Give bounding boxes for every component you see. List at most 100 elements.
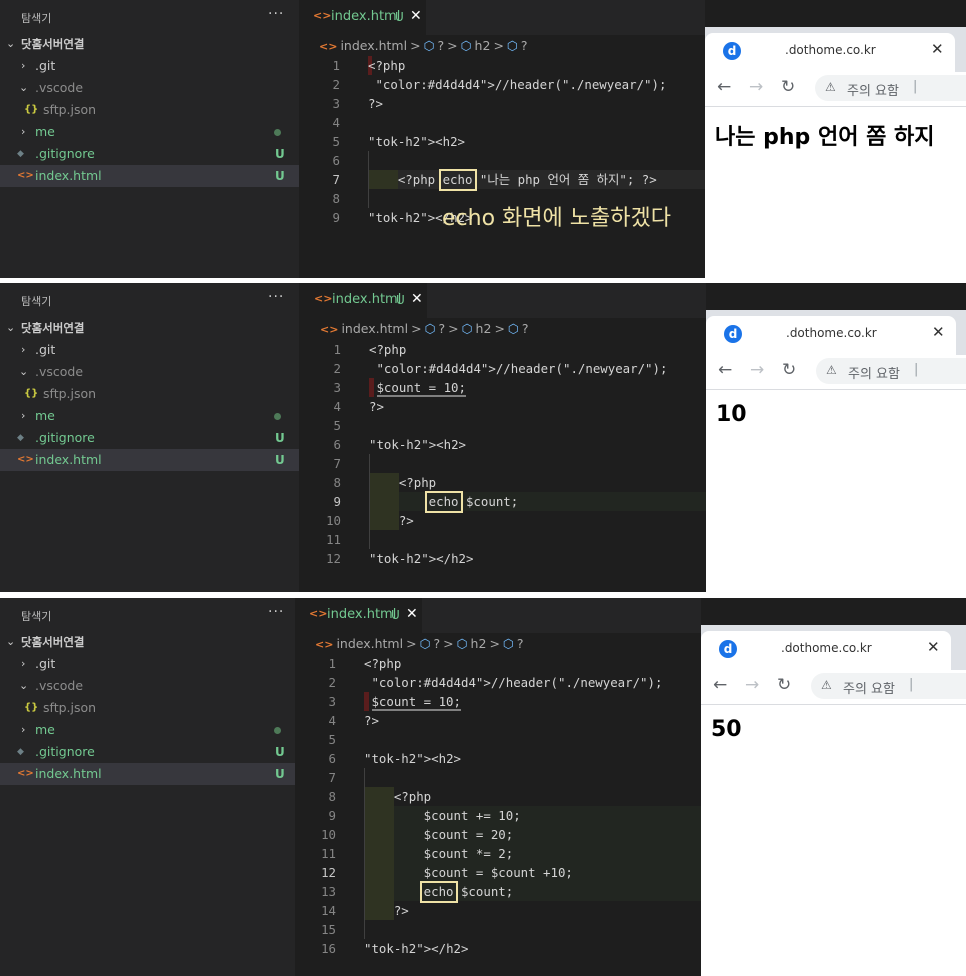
code-line[interactable]: $count *= 2; [364,844,514,863]
symbol-icon[interactable]: ⬡ [507,38,518,53]
breadcrumb-sep[interactable]: > [447,38,457,53]
editor-tab[interactable]: <> index.html U ✕ [300,283,427,318]
code-line[interactable]: <?php [368,56,405,75]
breadcrumb-sep[interactable]: > [494,321,504,336]
breadcrumb-file[interactable]: index.html [341,321,408,336]
html-file-icon[interactable]: <> [315,638,333,651]
editor-tab[interactable]: <> index.html U ✕ [295,598,422,633]
breadcrumb-sep[interactable]: > [410,38,420,53]
more-actions-icon[interactable]: ··· [268,604,284,620]
more-actions-icon[interactable]: ··· [268,289,284,305]
explorer-item[interactable]: <> index.html U [0,449,299,471]
symbol-icon[interactable]: ⬡ [425,321,436,336]
explorer-item[interactable]: ⌄ .vscode [0,361,299,383]
explorer-item[interactable]: › .git [0,339,299,361]
close-browser-tab-icon[interactable]: ✕ [931,40,944,58]
browser-tab[interactable]: d .dothome.co.kr ✕ [706,316,956,355]
breadcrumb-symbol[interactable]: ? [517,636,524,651]
explorer-item[interactable]: › .git [0,653,299,675]
code-line[interactable]: ?> [369,397,384,416]
code-line[interactable]: <?php [364,787,431,806]
symbol-icon[interactable]: ⬡ [461,38,472,53]
breadcrumb-sep[interactable]: > [406,636,416,651]
explorer-item[interactable]: › me [0,121,299,143]
explorer-item[interactable]: ◆ .gitignore U [0,427,299,449]
code-line[interactable]: ?> [364,711,379,730]
back-icon[interactable]: ← [717,77,731,97]
close-browser-tab-icon[interactable]: ✕ [932,323,945,341]
address-bar[interactable]: ⚠ 주의 요함 | [811,673,966,699]
close-browser-tab-icon[interactable]: ✕ [927,638,940,656]
back-icon[interactable]: ← [718,360,732,380]
address-bar[interactable]: ⚠ 주의 요함 | [816,358,966,384]
code-line[interactable]: ?> [369,511,414,530]
explorer-item[interactable]: ⌄ .vscode [0,77,299,99]
symbol-icon[interactable]: ⬡ [462,321,473,336]
html-file-icon[interactable]: <> [320,323,338,336]
code-line[interactable]: "tok-h2"></h2> [369,549,473,568]
more-actions-icon[interactable]: ··· [268,6,284,22]
explorer-item[interactable]: <> index.html U [0,763,299,785]
breadcrumb-symbol[interactable]: ? [521,38,528,53]
breadcrumb-sep[interactable]: > [411,321,421,336]
forward-icon[interactable]: → [745,675,759,695]
html-file-icon[interactable]: <> [319,40,337,53]
breadcrumb-symbol[interactable]: h2 [471,636,487,651]
explorer-root-folder[interactable]: ⌄ 닷홈서버연결 [0,33,299,55]
reload-icon[interactable]: ↻ [777,675,791,695]
code-line[interactable]: <?php [369,473,436,492]
explorer-item[interactable]: <> index.html U [0,165,299,187]
breadcrumb-sep[interactable]: > [489,636,499,651]
back-icon[interactable]: ← [713,675,727,695]
code-line[interactable]: "tok-h2"></h2> [364,939,468,958]
code-line[interactable]: "tok-h2"><h2> [368,132,465,151]
breadcrumb-symbol[interactable]: ? [439,321,446,336]
explorer-item[interactable]: ◆ .gitignore U [0,143,299,165]
close-tab-icon[interactable]: ✕ [410,8,422,24]
address-bar[interactable]: ⚠ 주의 요함 | [815,75,966,101]
explorer-item[interactable]: {} sftp.json [0,99,299,121]
code-line[interactable]: <?php [369,340,406,359]
code-line[interactable]: $count = $count +10; [364,863,573,882]
browser-tab[interactable]: d .dothome.co.kr ✕ [705,33,955,72]
explorer-root-folder[interactable]: ⌄ 닷홈서버연결 [0,317,299,339]
breadcrumb-sep[interactable]: > [493,38,503,53]
code-line[interactable]: "tok-h2"><h2> [364,749,461,768]
breadcrumb-symbol[interactable]: h2 [475,38,491,53]
explorer-root-folder[interactable]: ⌄ 닷홈서버연결 [0,631,299,653]
code-line[interactable]: ?> [364,901,409,920]
explorer-item[interactable]: ⌄ .vscode [0,675,299,697]
explorer-item[interactable]: › .git [0,55,299,77]
explorer-item[interactable]: ◆ .gitignore U [0,741,299,763]
reload-icon[interactable]: ↻ [781,77,795,97]
explorer-item[interactable]: {} sftp.json [0,697,299,719]
breadcrumb-sep[interactable]: > [443,636,453,651]
code-line[interactable]: $count = 20; [364,825,514,844]
breadcrumb-file[interactable]: index.html [336,636,403,651]
symbol-icon[interactable]: ⬡ [420,636,431,651]
breadcrumb-sep[interactable]: > [448,321,458,336]
symbol-icon[interactable]: ⬡ [503,636,514,651]
browser-tab[interactable]: d .dothome.co.kr ✕ [701,631,951,670]
forward-icon[interactable]: → [749,77,763,97]
close-tab-icon[interactable]: ✕ [411,291,423,307]
breadcrumb-symbol[interactable]: ? [434,636,441,651]
code-line[interactable]: ?> [368,94,383,113]
explorer-item[interactable]: {} sftp.json [0,383,299,405]
code-line[interactable]: "tok-h2"><h2> [369,435,466,454]
reload-icon[interactable]: ↻ [782,360,796,380]
breadcrumb-symbol[interactable]: ? [438,38,445,53]
symbol-icon[interactable]: ⬡ [508,321,519,336]
code-line[interactable]: "color:#d4d4d4">//header("./newyear/"); [368,75,666,94]
breadcrumb-symbol[interactable]: h2 [476,321,492,336]
code-line[interactable]: "color:#d4d4d4">//header("./newyear/"); [364,673,662,692]
code-line[interactable]: "color:#d4d4d4">//header("./newyear/"); [369,359,667,378]
code-line[interactable]: $count += 10; [364,806,521,825]
breadcrumb-file[interactable]: index.html [340,38,407,53]
symbol-icon[interactable]: ⬡ [424,38,435,53]
editor-tab[interactable]: <> index.html U ✕ [299,0,426,35]
explorer-item[interactable]: › me [0,405,299,427]
close-tab-icon[interactable]: ✕ [406,606,418,622]
symbol-icon[interactable]: ⬡ [457,636,468,651]
explorer-item[interactable]: › me [0,719,299,741]
